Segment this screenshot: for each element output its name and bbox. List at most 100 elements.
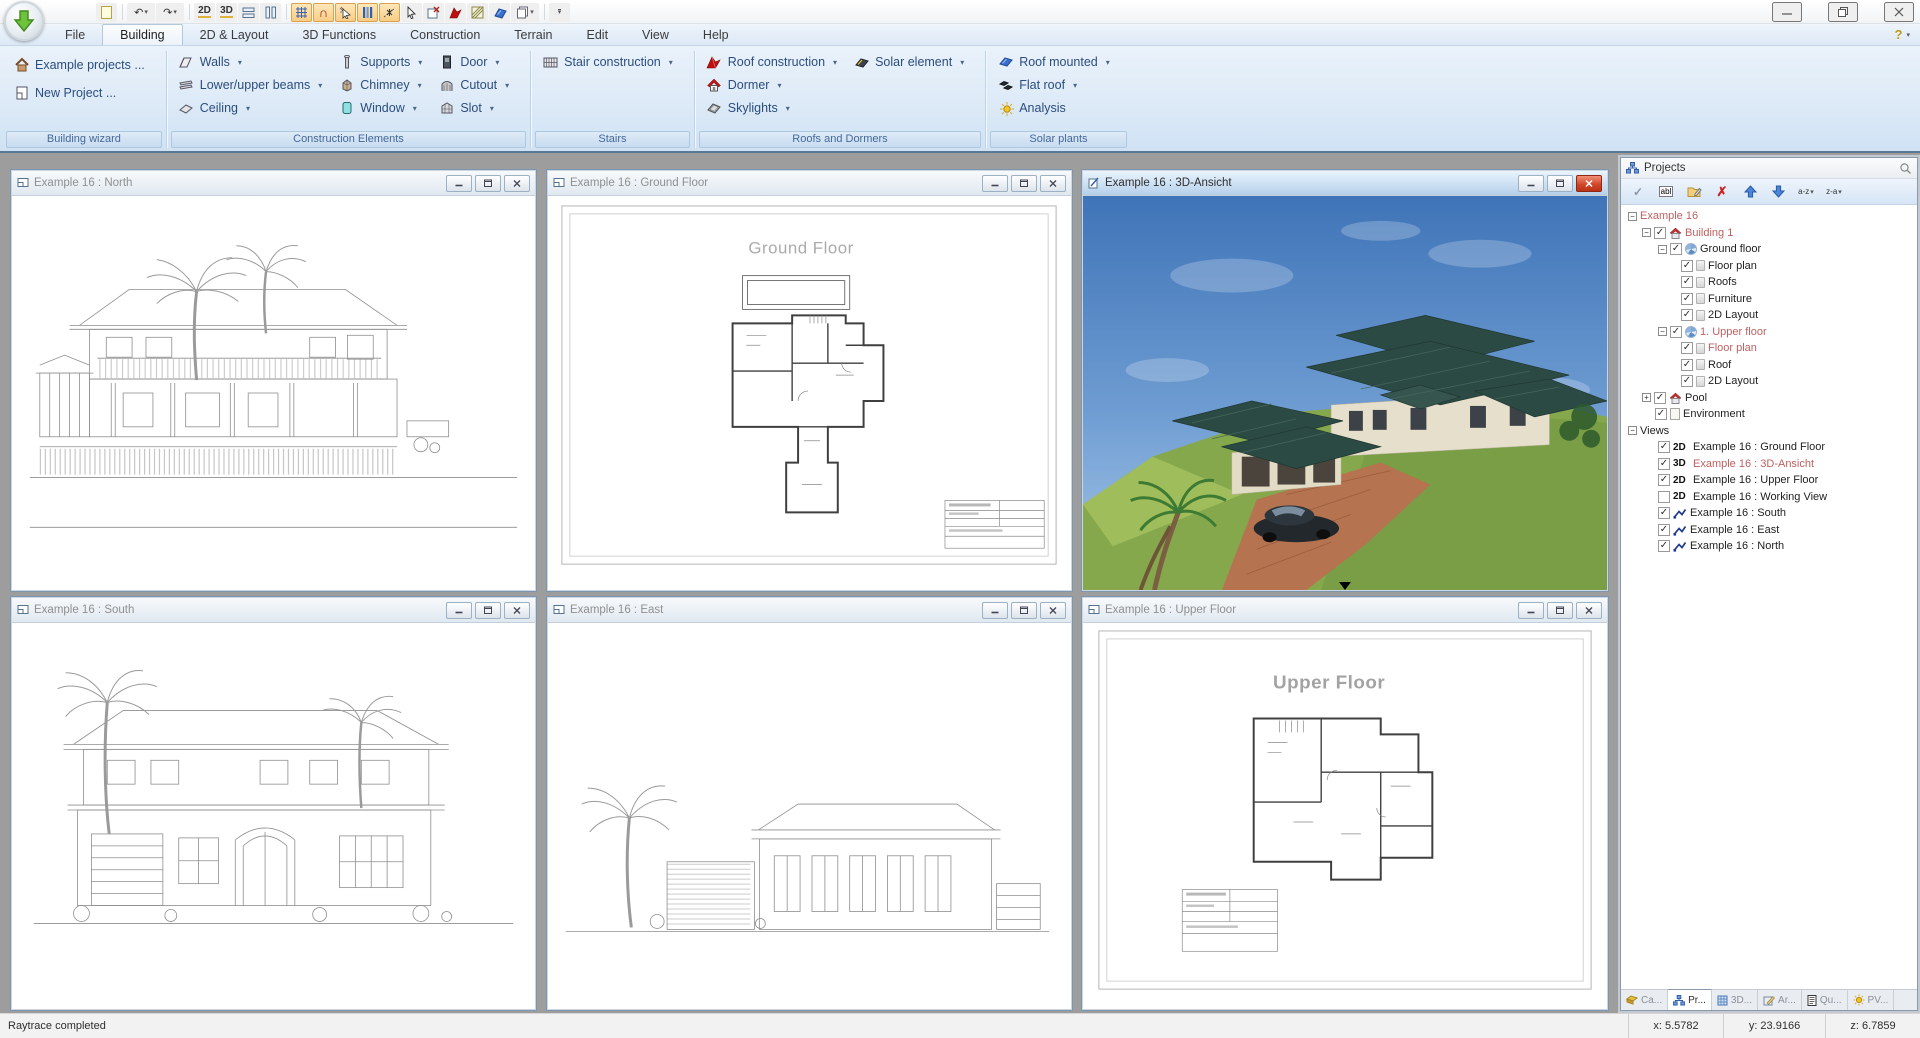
maximize-button[interactable] — [1011, 175, 1037, 192]
tab-projects[interactable]: Pr... — [1668, 989, 1712, 1010]
edit-properties-icon[interactable] — [1684, 183, 1704, 201]
delete-icon[interactable]: ✗ — [1712, 183, 1732, 201]
tree-item-furniture[interactable]: ✓ Furniture — [1623, 291, 1917, 308]
restore-button[interactable] — [1828, 2, 1858, 22]
close-button[interactable] — [1040, 602, 1066, 619]
window-upper-floor-canvas[interactable]: Upper Floor — [1083, 623, 1607, 1009]
collapse-icon[interactable]: − — [1628, 212, 1637, 221]
tree-item-view-working-view[interactable]: 2D Example 16 : Working View — [1623, 489, 1917, 506]
close-button[interactable] — [1576, 175, 1602, 192]
tab-edit[interactable]: Edit — [570, 25, 626, 45]
checkbox[interactable]: ✓ — [1681, 342, 1693, 354]
pointer-icon[interactable] — [401, 3, 422, 22]
checkbox[interactable]: ✓ — [1658, 524, 1670, 536]
undo-icon[interactable]: ↶▾ — [127, 3, 155, 22]
roof-construction-button[interactable]: Roof construction▾ — [703, 52, 840, 72]
checkbox[interactable]: ✓ — [1681, 359, 1693, 371]
confirm-icon[interactable]: ✓ — [1628, 183, 1648, 201]
tab-view[interactable]: View — [625, 25, 686, 45]
tree-item-view-3d-ansicht[interactable]: ✓ 3D Example 16 : 3D-Ansicht — [1623, 456, 1917, 473]
checkbox[interactable]: ✓ — [1654, 392, 1666, 404]
stair-construction-button[interactable]: Stair construction▾ — [539, 52, 676, 72]
close-button[interactable] — [1576, 602, 1602, 619]
skylights-button[interactable]: Skylights▾ — [703, 98, 840, 118]
checkbox[interactable]: ✓ — [1658, 441, 1670, 453]
tab-3d-functions[interactable]: 3D Functions — [285, 25, 393, 45]
maximize-button[interactable] — [475, 602, 501, 619]
view-2d-icon[interactable]: 2D — [194, 3, 215, 22]
new-project-button[interactable]: New Project ... — [10, 83, 148, 103]
checkbox[interactable]: ✓ — [1681, 375, 1693, 387]
flat-roof-button[interactable]: Flat roof▾ — [994, 75, 1113, 95]
window-north-canvas[interactable] — [12, 196, 535, 590]
maximize-button[interactable] — [1547, 175, 1573, 192]
tab-construction[interactable]: Construction — [393, 25, 497, 45]
tab-terrain[interactable]: Terrain — [497, 25, 569, 45]
tree-item-upper-floor[interactable]: − ✓ 1. Upper floor — [1623, 324, 1917, 341]
split-vertical-icon[interactable] — [260, 3, 281, 22]
walls-button[interactable]: Walls▾ — [175, 52, 326, 72]
projects-panel-header[interactable]: Projects — [1621, 158, 1917, 179]
minimize-button[interactable] — [1518, 602, 1544, 619]
tab-2d-layout[interactable]: 2D & Layout — [183, 25, 286, 45]
minimize-button[interactable] — [1772, 2, 1802, 22]
magnet-snap-icon[interactable]: ∩ — [313, 3, 334, 22]
tab-area[interactable]: Ar... — [1758, 990, 1802, 1010]
checkbox[interactable] — [1658, 491, 1670, 503]
tree-item-floor-plan[interactable]: ✓ Floor plan — [1623, 258, 1917, 275]
checkbox[interactable]: ✓ — [1681, 276, 1693, 288]
maximize-button[interactable] — [475, 175, 501, 192]
app-logo-icon[interactable] — [4, 1, 44, 41]
checkbox[interactable]: ✓ — [1658, 474, 1670, 486]
hatch-tool-icon[interactable] — [467, 3, 488, 22]
minimize-button[interactable] — [982, 602, 1008, 619]
pin-magnifier-icon[interactable] — [1899, 162, 1912, 175]
minimize-button[interactable] — [1518, 175, 1544, 192]
sort-descending-icon[interactable]: z-a▾ — [1824, 183, 1844, 201]
toolbar-overflow-icon[interactable]: ▾ — [549, 3, 570, 22]
tab-pv[interactable]: PV... — [1848, 990, 1895, 1010]
move-down-icon[interactable] — [1768, 183, 1788, 201]
help-menu[interactable]: ? ▾ — [1895, 27, 1910, 45]
tree-item-view-east[interactable]: ✓ Example 16 : East — [1623, 522, 1917, 539]
checkbox[interactable]: ✓ — [1658, 507, 1670, 519]
door-button[interactable]: Door▾ — [435, 52, 512, 72]
tree-item-upper-floor-plan[interactable]: ✓ Floor plan — [1623, 340, 1917, 357]
checkbox[interactable]: ✓ — [1655, 408, 1667, 420]
window-east-titlebar[interactable]: Example 16 : East — [548, 598, 1071, 623]
checkbox[interactable]: ✓ — [1658, 540, 1670, 552]
checkbox[interactable]: ✓ — [1658, 458, 1670, 470]
supports-button[interactable]: Supports▾ — [335, 52, 425, 72]
solar-panel-tool-icon[interactable] — [489, 3, 510, 22]
window-3d-canvas[interactable] — [1083, 196, 1607, 590]
tab-file[interactable]: File — [48, 25, 102, 45]
tree-item-views[interactable]: − Views — [1623, 423, 1917, 440]
tree-item-example-16[interactable]: − Example 16 — [1623, 208, 1917, 225]
lower-upper-beams-button[interactable]: Lower/upper beams▾ — [175, 75, 326, 95]
window-east-canvas[interactable] — [548, 623, 1071, 1009]
smart-select-icon[interactable] — [335, 3, 356, 22]
roof-tool-icon[interactable] — [445, 3, 466, 22]
roof-mounted-button[interactable]: Roof mounted▾ — [994, 52, 1113, 72]
tree-item-roofs[interactable]: ✓ Roofs — [1623, 274, 1917, 291]
maximize-button[interactable] — [1011, 602, 1037, 619]
tree-item-2d-layout[interactable]: ✓ 2D Layout — [1623, 307, 1917, 324]
collapse-icon[interactable]: − — [1642, 228, 1651, 237]
angle-snap-icon[interactable] — [379, 3, 400, 22]
expand-icon[interactable]: + — [1642, 393, 1651, 402]
close-button[interactable] — [1040, 175, 1066, 192]
example-projects-button[interactable]: Example projects ... — [10, 55, 148, 75]
tab-catalog[interactable]: Ca... — [1621, 990, 1668, 1010]
window-south-titlebar[interactable]: Example 16 : South — [12, 598, 535, 623]
slot-button[interactable]: Slot▾ — [435, 98, 512, 118]
maximize-button[interactable] — [1547, 602, 1573, 619]
duplicate-layers-icon[interactable]: ▾ — [511, 3, 539, 22]
collapse-icon[interactable]: − — [1658, 327, 1667, 336]
checkbox[interactable]: ✓ — [1681, 309, 1693, 321]
window-ground-floor-titlebar[interactable]: Example 16 : Ground Floor — [548, 171, 1071, 196]
solar-element-button[interactable]: Solar element▾ — [850, 52, 967, 72]
rename-icon[interactable]: abl — [1656, 183, 1676, 201]
checkbox[interactable]: ✓ — [1670, 243, 1682, 255]
tab-help[interactable]: Help — [686, 25, 746, 45]
parallel-guides-icon[interactable] — [357, 3, 378, 22]
